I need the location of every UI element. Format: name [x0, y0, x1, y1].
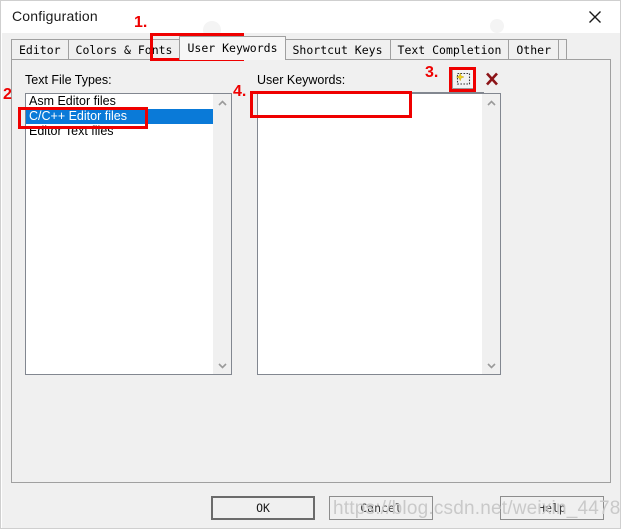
configuration-dialog: Configuration Editor Colors & Fonts User… [0, 0, 621, 529]
user-keywords-label: User Keywords: [257, 73, 346, 87]
scrollbar-track[interactable] [483, 111, 500, 357]
user-keywords-scrollbar[interactable] [482, 94, 500, 374]
tab-colors-and-fonts[interactable]: Colors & Fonts [67, 39, 181, 60]
tab-text-completion[interactable]: Text Completion [389, 39, 510, 60]
tab-strip-endcap [558, 39, 567, 60]
chevron-down-icon[interactable] [214, 357, 231, 374]
chevron-up-icon[interactable] [483, 94, 500, 111]
tab-other[interactable]: Other [508, 39, 559, 60]
tab-user-keywords[interactable]: User Keywords [179, 36, 286, 60]
chevron-down-icon[interactable] [483, 357, 500, 374]
user-keywords-list-items [258, 94, 483, 374]
tab-editor[interactable]: Editor [11, 39, 69, 60]
cancel-button[interactable]: Cancel [329, 496, 433, 520]
close-icon[interactable] [584, 6, 606, 28]
window-title: Configuration [12, 8, 98, 24]
tab-shortcut-keys[interactable]: Shortcut Keys [284, 39, 391, 60]
scrollbar-track[interactable] [214, 111, 231, 357]
tab-strip: Editor Colors & Fonts User Keywords Shor… [11, 36, 567, 60]
tab-page-user-keywords: Text File Types: Asm Editor files C/C++ … [11, 59, 611, 483]
user-keywords-list[interactable] [257, 93, 501, 375]
delete-keyword-button[interactable] [480, 68, 503, 89]
ok-button[interactable]: OK [211, 496, 315, 520]
text-file-types-list[interactable]: Asm Editor files C/C++ Editor files Edit… [25, 93, 232, 375]
dialog-body: Editor Colors & Fonts User Keywords Shor… [2, 19, 620, 528]
text-file-types-scrollbar[interactable] [213, 94, 231, 374]
list-item-asm-editor-files[interactable]: Asm Editor files [26, 94, 214, 109]
new-keyword-button[interactable] [452, 68, 475, 89]
help-button[interactable]: Help [500, 496, 604, 520]
title-bar: Configuration [1, 1, 620, 35]
text-file-types-list-items: Asm Editor files C/C++ Editor files Edit… [26, 94, 214, 374]
list-item-editor-text-files[interactable]: Editor Text files [26, 124, 214, 139]
list-item-cpp-editor-files[interactable]: C/C++ Editor files [26, 109, 214, 124]
text-file-types-label: Text File Types: [25, 73, 112, 87]
chevron-up-icon[interactable] [214, 94, 231, 111]
